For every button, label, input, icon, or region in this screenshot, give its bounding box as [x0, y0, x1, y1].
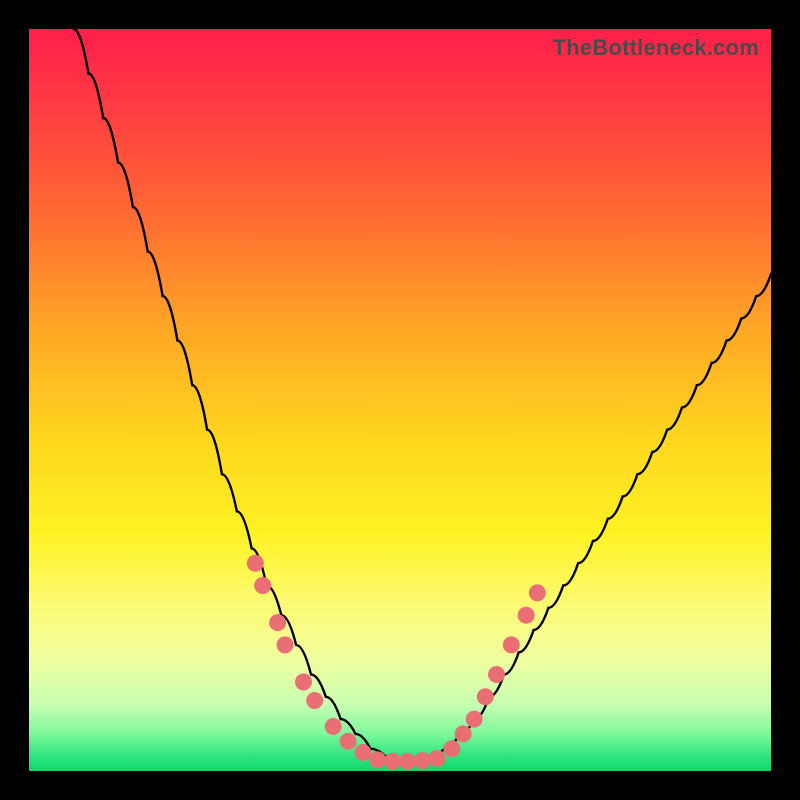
marker-left-3	[277, 636, 294, 653]
marker-layer	[247, 555, 546, 770]
marker-bottom-1	[384, 753, 401, 770]
marker-right-3	[477, 688, 494, 705]
marker-bottom-3	[414, 752, 431, 769]
marker-left-5	[306, 692, 323, 709]
marker-left-4	[295, 674, 312, 691]
marker-right-7	[529, 584, 546, 601]
marker-left-8	[354, 744, 371, 761]
marker-left-0	[247, 555, 264, 572]
marker-left-7	[340, 733, 357, 750]
marker-left-1	[254, 577, 271, 594]
marker-right-0	[443, 740, 460, 757]
plot-area: TheBottleneck.com	[29, 29, 771, 771]
marker-bottom-4	[429, 750, 446, 767]
marker-bottom-2	[399, 753, 416, 770]
bottleneck-curve-path	[74, 29, 772, 760]
marker-left-6	[325, 718, 342, 735]
marker-right-2	[466, 711, 483, 728]
marker-left-2	[269, 614, 286, 631]
marker-right-5	[503, 636, 520, 653]
chart-stage: TheBottleneck.com	[0, 0, 800, 800]
marker-bottom-0	[369, 751, 386, 768]
chart-svg	[29, 29, 771, 771]
marker-right-4	[488, 666, 505, 683]
marker-right-6	[518, 607, 535, 624]
marker-right-1	[455, 725, 472, 742]
